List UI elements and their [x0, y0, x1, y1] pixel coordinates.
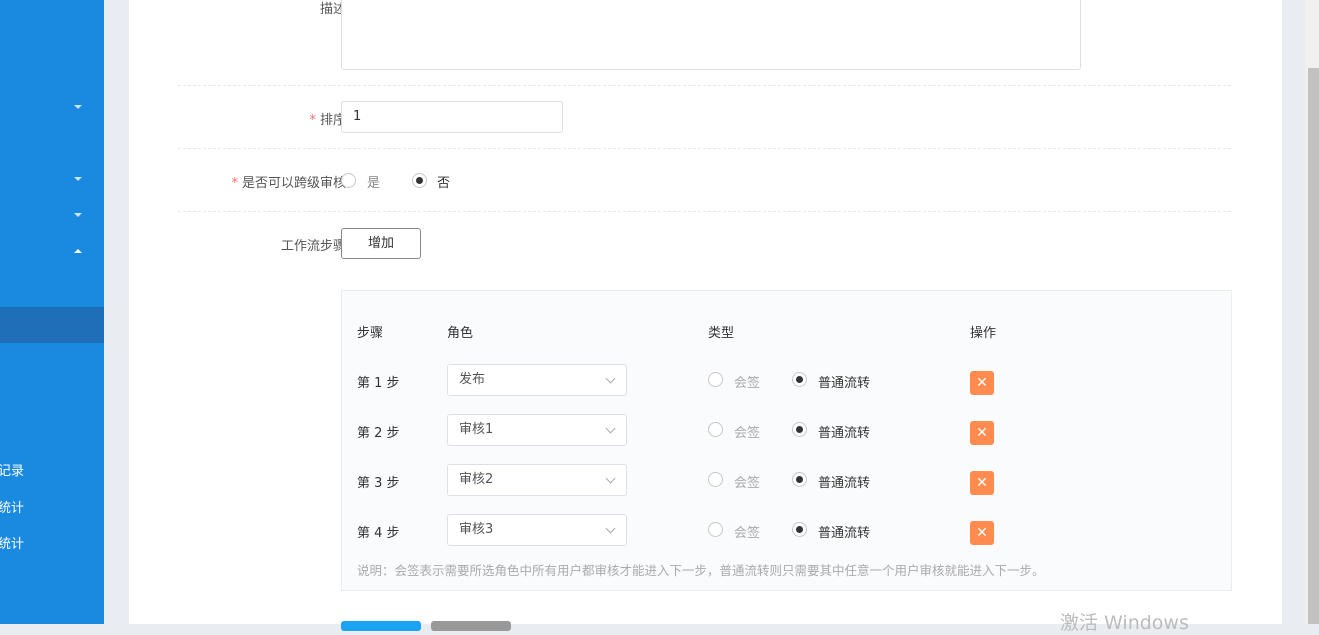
countersign-radio[interactable]: [708, 522, 723, 537]
header-step: 步骤: [357, 326, 384, 341]
cross-level-label: * 是否可以跨级审核: [231, 176, 346, 191]
chevron-down-icon[interactable]: [74, 177, 82, 181]
chevron-down-icon[interactable]: [74, 213, 82, 217]
normal-flow-radio[interactable]: [792, 522, 807, 537]
cancel-button[interactable]: [431, 621, 511, 631]
role-value: 发布: [459, 372, 486, 387]
cross-no-radio[interactable]: [412, 173, 427, 188]
countersign-label: 会签: [734, 476, 761, 491]
submit-button[interactable]: [341, 621, 421, 631]
windows-watermark: 激活 Windows: [1060, 612, 1189, 634]
normal-flow-label: 普通流转: [818, 376, 871, 391]
header-type: 类型: [708, 326, 735, 341]
chevron-up-icon[interactable]: [74, 249, 82, 253]
chevron-down-icon: [605, 523, 616, 534]
normal-flow-label: 普通流转: [818, 476, 871, 491]
close-icon: ✕: [976, 425, 988, 441]
sidebar-item-stats-1[interactable]: 统计: [0, 497, 24, 516]
sidebar-item-active[interactable]: [0, 307, 104, 343]
note-text: 说明：会签表示需要所选角色中所有用户都审核才能进入下一步，普通流转则只需要其中任…: [357, 563, 1045, 578]
chevron-down-icon[interactable]: [74, 105, 82, 109]
delete-step-button[interactable]: ✕: [970, 371, 994, 395]
close-icon: ✕: [976, 375, 988, 391]
countersign-radio[interactable]: [708, 422, 723, 437]
delete-step-button[interactable]: ✕: [970, 521, 994, 545]
sidebar: 记录 统计 统计: [0, 0, 104, 624]
role-value: 审核1: [459, 422, 494, 437]
normal-flow-radio[interactable]: [792, 422, 807, 437]
step-label: 第 1 步: [357, 376, 400, 391]
sort-input[interactable]: 1: [341, 101, 563, 133]
chevron-down-icon: [605, 423, 616, 434]
divider: [178, 85, 1231, 86]
role-select[interactable]: 发布: [447, 364, 627, 396]
header-role: 角色: [447, 326, 474, 341]
countersign-label: 会签: [734, 376, 761, 391]
countersign-radio[interactable]: [708, 472, 723, 487]
normal-flow-label: 普通流转: [818, 526, 871, 541]
step-label: 第 4 步: [357, 526, 400, 541]
sidebar-item-records[interactable]: 记录: [0, 460, 24, 479]
add-step-button[interactable]: 增加: [341, 228, 421, 259]
sidebar-item-stats-2[interactable]: 统计: [0, 533, 24, 552]
divider: [178, 211, 1231, 212]
scrollbar-thumb[interactable]: [1308, 68, 1319, 624]
close-icon: ✕: [976, 475, 988, 491]
role-select[interactable]: 审核3: [447, 514, 627, 546]
workflow-steps-label: 工作流步骤: [280, 239, 346, 254]
delete-step-button[interactable]: ✕: [970, 471, 994, 495]
cross-yes-radio[interactable]: [341, 173, 356, 188]
divider: [178, 148, 1231, 149]
role-select[interactable]: 审核1: [447, 414, 627, 446]
role-value: 审核2: [459, 472, 494, 487]
chevron-down-icon: [605, 473, 616, 484]
cross-yes-label: 是: [367, 176, 381, 191]
close-icon: ✕: [976, 525, 988, 541]
step-label: 第 3 步: [357, 476, 400, 491]
countersign-label: 会签: [734, 526, 761, 541]
countersign-radio[interactable]: [708, 372, 723, 387]
normal-flow-label: 普通流转: [818, 426, 871, 441]
normal-flow-radio[interactable]: [792, 372, 807, 387]
cross-no-label: 否: [437, 176, 451, 191]
countersign-label: 会签: [734, 426, 761, 441]
role-select[interactable]: 审核2: [447, 464, 627, 496]
normal-flow-radio[interactable]: [792, 472, 807, 487]
step-label: 第 2 步: [357, 426, 400, 441]
description-textarea[interactable]: [341, 0, 1081, 70]
delete-step-button[interactable]: ✕: [970, 421, 994, 445]
chevron-down-icon: [605, 373, 616, 384]
header-action: 操作: [970, 326, 997, 341]
role-value: 审核3: [459, 522, 494, 537]
